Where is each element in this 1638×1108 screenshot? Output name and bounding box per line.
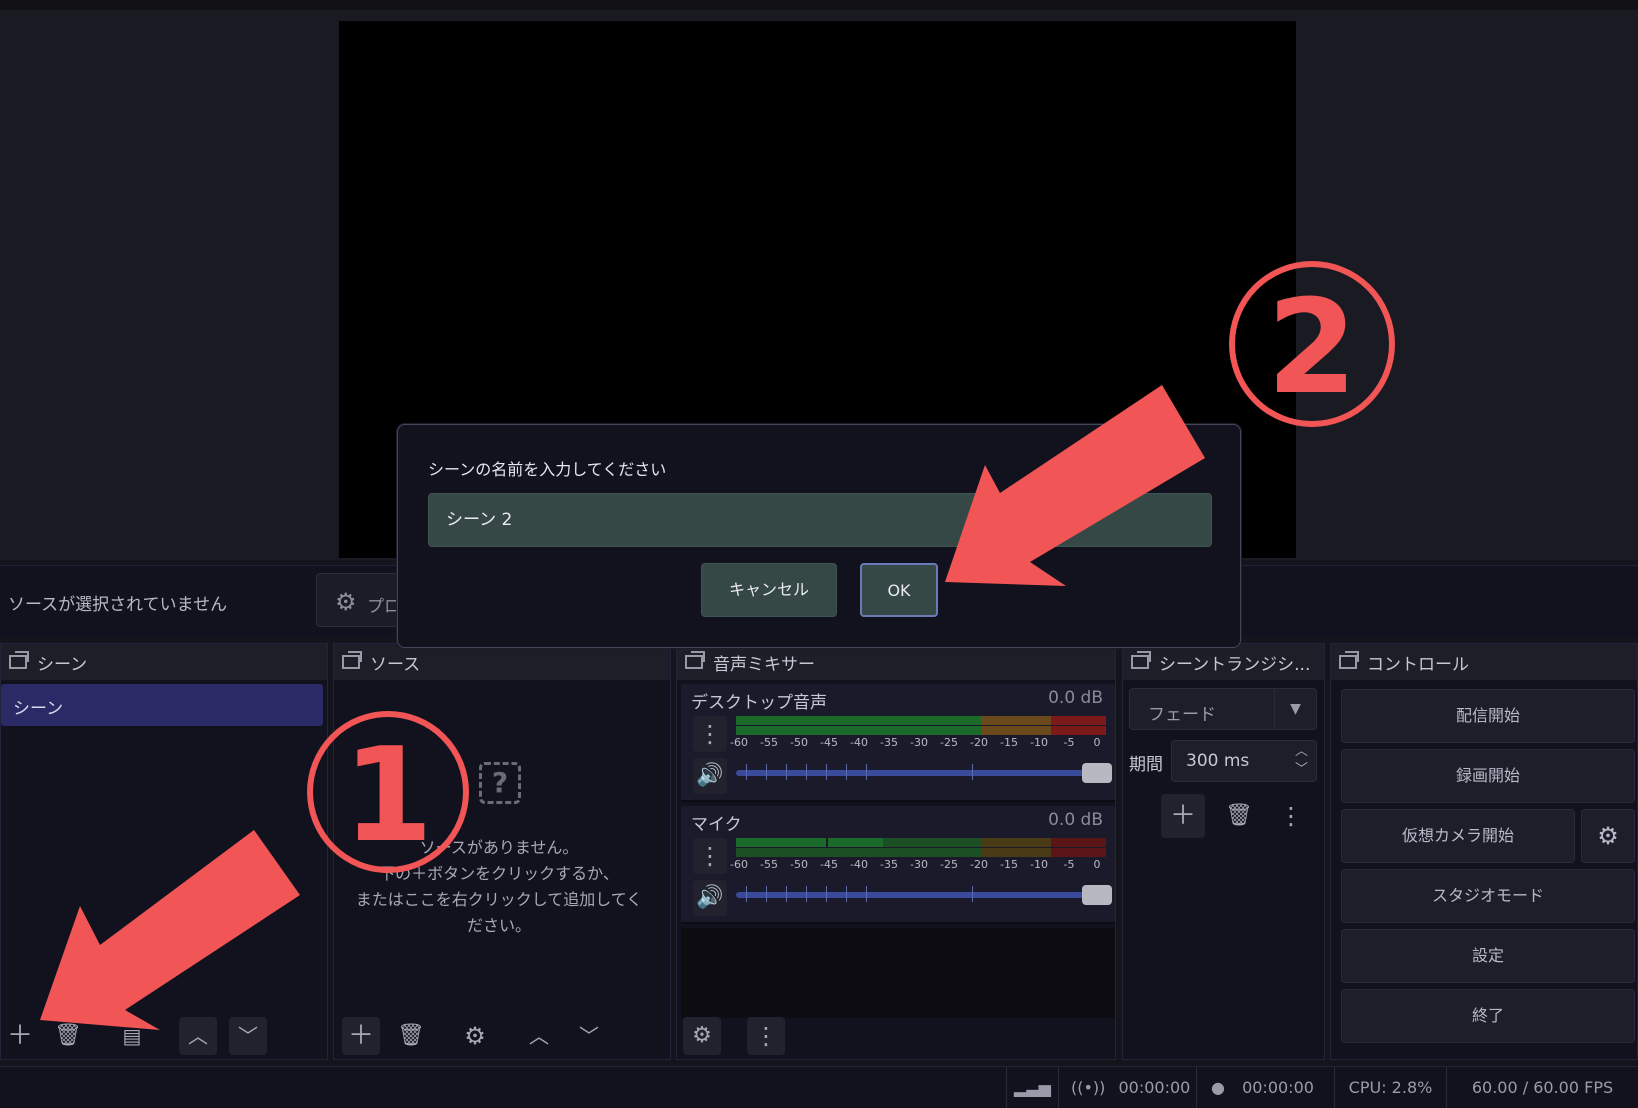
move-scene-up-button[interactable]: ︿: [179, 1017, 217, 1055]
stream-time: 00:00:00: [1118, 1078, 1191, 1097]
scenes-dock: シーン シーン ＋ 🗑 ▤ ︿ ﹀: [0, 643, 328, 1060]
transitions-dock-header[interactable]: シーントランジシ...: [1123, 644, 1324, 680]
dialog-prompt: シーンの名前を入力してください: [428, 460, 667, 479]
scene-transitions-dock: シーントランジシ... フェード ▼ 期間 300 ms ︿ ﹀ ＋ 🗑 ⋮: [1122, 643, 1325, 1060]
remove-source-button[interactable]: 🗑: [392, 1017, 430, 1055]
transitions-dock-title: シーントランジシ...: [1159, 654, 1311, 675]
remove-scene-button[interactable]: 🗑: [49, 1017, 87, 1055]
add-scene-button[interactable]: ＋: [1, 1017, 39, 1055]
mixer-dock-header[interactable]: 音声ミキサー: [677, 644, 1115, 680]
empty-line: またはここを右クリックして追加してく: [355, 890, 643, 909]
volume-slider-handle[interactable]: [1082, 885, 1112, 905]
source-properties-button[interactable]: ⚙: [456, 1017, 494, 1055]
sources-empty-message[interactable]: ソースがありません。 下の＋ボタンをクリックするか、 またはここを右クリックして…: [344, 835, 654, 939]
scene-filters-button[interactable]: ▤: [113, 1017, 151, 1055]
sources-dock-title: ソース: [370, 654, 421, 675]
chevron-down-icon: ▼: [1274, 689, 1316, 729]
record-dot-icon: ●: [1211, 1078, 1225, 1097]
mixer-channel-desktop: デスクトップ音声 0.0 dB ⋮ -60 -55 -50 -45 -40 -3…: [681, 684, 1115, 802]
ok-button[interactable]: OK: [860, 563, 938, 617]
remove-transition-button[interactable]: 🗑: [1217, 794, 1261, 838]
controls-dock: コントロール 配信開始 録画開始 仮想カメラ開始 ⚙ スタジオモード 設定 終了: [1330, 643, 1638, 1060]
empty-line: ソースがありません。: [419, 838, 579, 857]
transition-menu-icon[interactable]: ⋮: [1269, 794, 1313, 838]
speaker-icon[interactable]: 🔊: [693, 880, 727, 916]
record-time: 00:00:00: [1242, 1078, 1314, 1097]
mixer-menu-icon[interactable]: ⋮: [747, 1017, 785, 1055]
empty-line: ださい。: [466, 916, 531, 935]
sources-dock-header[interactable]: ソース: [334, 644, 670, 680]
channel-level: 0.0 dB: [1048, 810, 1103, 830]
mixer-dock-title: 音声ミキサー: [713, 654, 815, 675]
question-icon: ?: [479, 762, 521, 804]
start-streaming-button[interactable]: 配信開始: [1341, 689, 1635, 743]
studio-mode-button[interactable]: スタジオモード: [1341, 869, 1635, 923]
settings-button[interactable]: 設定: [1341, 929, 1635, 983]
scenes-dock-header[interactable]: シーン: [1, 644, 327, 680]
add-source-button[interactable]: ＋: [342, 1017, 380, 1055]
volume-meter: [736, 716, 1106, 736]
audio-mixer-dock: 音声ミキサー デスクトップ音声 0.0 dB ⋮ -60 -55 -50 -45…: [676, 643, 1116, 1060]
move-scene-down-button[interactable]: ﹀: [229, 1017, 267, 1055]
kebab-menu-icon[interactable]: ⋮: [693, 716, 727, 752]
sources-toolbar: ＋ 🗑 ⚙ ︿ ﹀: [334, 1011, 670, 1059]
gear-icon: ⚙: [335, 588, 357, 616]
move-source-down-button[interactable]: ﹀: [570, 1017, 608, 1055]
scene-list-item[interactable]: シーン: [1, 684, 323, 726]
virtual-camera-gear-icon[interactable]: ⚙: [1581, 809, 1635, 863]
meter-ticks: -60 -55 -50 -45 -40 -35 -30 -25 -20 -15 …: [730, 736, 1101, 749]
scene-name-input[interactable]: シーン 2: [428, 493, 1212, 547]
undock-icon[interactable]: [1339, 651, 1359, 669]
move-source-up-button[interactable]: ︿: [520, 1017, 558, 1055]
sources-dock: ソース ? ソースがありません。 下の＋ボタンをクリックするか、 またはここを右…: [333, 643, 671, 1060]
volume-slider-handle[interactable]: [1082, 763, 1112, 783]
duration-spinbox[interactable]: 300 ms ︿ ﹀: [1171, 740, 1317, 782]
mixer-toolbar: ⚙ ⋮: [677, 1011, 1115, 1059]
duration-value: 300 ms: [1186, 751, 1250, 771]
stream-status: ((•)) 00:00:00: [1058, 1067, 1196, 1108]
transition-select-value: フェード: [1148, 705, 1216, 725]
start-recording-button[interactable]: 録画開始: [1341, 749, 1635, 803]
mixer-empty-area: [681, 928, 1115, 1018]
properties-button-label: プロ: [367, 597, 401, 617]
undock-icon[interactable]: [9, 651, 29, 669]
undock-icon[interactable]: [1131, 651, 1151, 669]
no-source-selected-text: ソースが選択されていません: [8, 595, 228, 615]
channel-name: マイク: [691, 815, 742, 835]
meter-ticks: -60 -55 -50 -45 -40 -35 -30 -25 -20 -15 …: [730, 858, 1101, 871]
title-strip: [0, 0, 1638, 10]
mixer-channel-mic: マイク 0.0 dB ⋮ -60 -55 -50 -45 -40 -35 -30…: [681, 806, 1115, 924]
empty-line: 下の＋ボタンをクリックするか、: [379, 864, 619, 883]
duration-label: 期間: [1129, 755, 1163, 775]
network-signal-icon: ▂▃▅: [1006, 1067, 1058, 1108]
transition-select[interactable]: フェード ▼: [1129, 688, 1317, 730]
obs-window: ソースが選択されていません ⚙ プロ シーン シーン ＋ 🗑 ▤ ︿ ﹀ ソース…: [0, 0, 1638, 1108]
volume-meter: [736, 838, 1106, 858]
volume-slider[interactable]: [736, 885, 1112, 905]
volume-slider[interactable]: [736, 763, 1112, 783]
undock-icon[interactable]: [342, 651, 362, 669]
channel-name: デスクトップ音声: [691, 693, 827, 713]
undock-icon[interactable]: [685, 651, 705, 669]
broadcast-icon: ((•)): [1071, 1078, 1106, 1097]
cpu-usage: CPU: 2.8%: [1334, 1067, 1446, 1108]
add-transition-button[interactable]: ＋: [1161, 794, 1205, 838]
record-status: ● 00:00:00: [1196, 1067, 1334, 1108]
controls-dock-header[interactable]: コントロール: [1331, 644, 1637, 680]
exit-button[interactable]: 終了: [1341, 989, 1635, 1043]
advanced-audio-gear-icon[interactable]: ⚙: [683, 1017, 721, 1055]
scenes-dock-title: シーン: [37, 654, 88, 675]
controls-dock-title: コントロール: [1367, 654, 1469, 675]
channel-level: 0.0 dB: [1048, 688, 1103, 708]
kebab-menu-icon[interactable]: ⋮: [693, 838, 727, 874]
start-virtual-camera-button[interactable]: 仮想カメラ開始: [1341, 809, 1575, 863]
speaker-icon[interactable]: 🔊: [693, 758, 727, 794]
fps-readout: 60.00 / 60.00 FPS: [1446, 1067, 1638, 1108]
scenes-toolbar: ＋ 🗑 ▤ ︿ ﹀: [1, 1011, 327, 1059]
status-bar: ▂▃▅ ((•)) 00:00:00 ● 00:00:00 CPU: 2.8% …: [0, 1066, 1638, 1108]
cancel-button[interactable]: キャンセル: [701, 563, 837, 617]
scene-name-dialog: シーンの名前を入力してください シーン 2 キャンセル OK: [397, 424, 1241, 648]
spin-arrows-icon[interactable]: ︿ ﹀: [1295, 743, 1308, 779]
